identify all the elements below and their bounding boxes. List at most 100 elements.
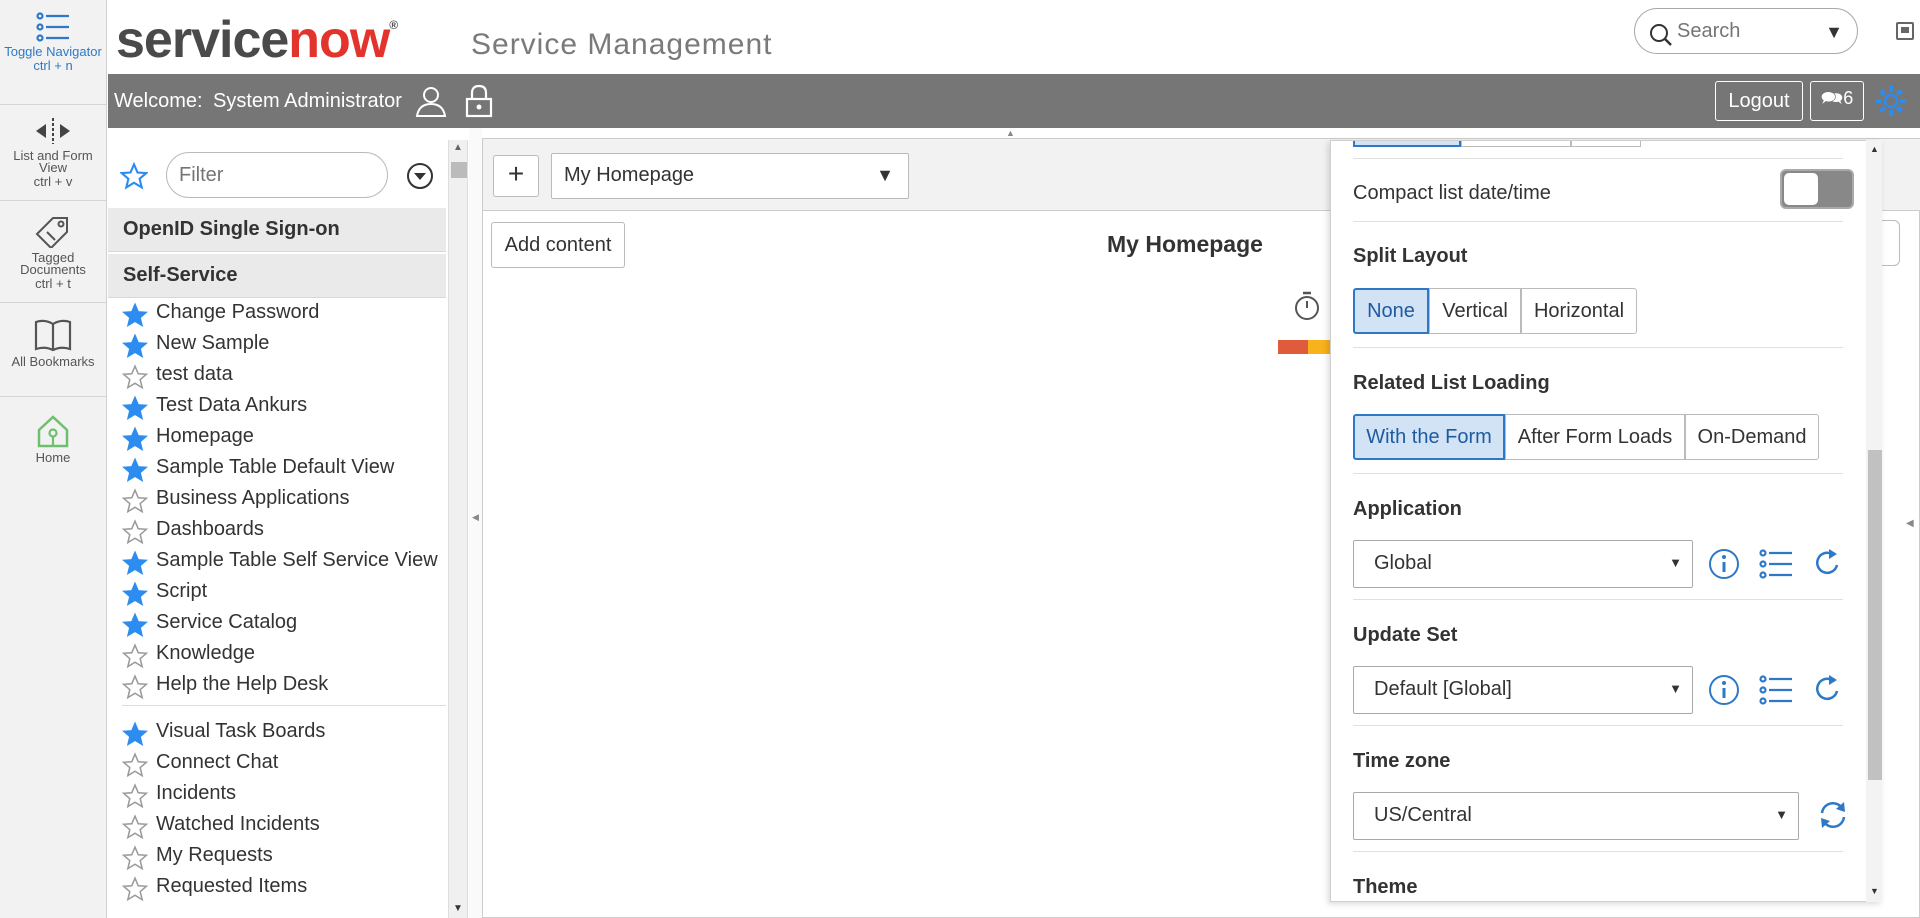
lock-icon[interactable] xyxy=(464,84,494,118)
system-settings-panel: Compact list date/time Split Layout None… xyxy=(1330,140,1882,902)
star-filled-icon[interactable] xyxy=(122,457,148,483)
star-outline-icon[interactable] xyxy=(122,643,148,669)
star-outline-icon[interactable] xyxy=(122,488,148,514)
star-outline-icon[interactable] xyxy=(122,783,148,809)
panel-divider xyxy=(1353,599,1843,600)
sync-icon[interactable] xyxy=(1817,799,1849,831)
star-outline-icon[interactable] xyxy=(122,519,148,545)
collapse-banner-arrow[interactable]: ▲ xyxy=(1006,128,1015,138)
app-root: Toggle Navigator ctrl + n List and Form … xyxy=(0,0,1920,918)
split-layout-label: Split Layout xyxy=(1353,245,1468,267)
add-content-button[interactable]: Add content xyxy=(491,222,625,268)
scroll-down-icon[interactable]: ▼ xyxy=(453,903,463,914)
chevron-down-circle-icon[interactable] xyxy=(406,162,434,190)
nav-section-openid[interactable]: OpenID Single Sign-on xyxy=(108,208,446,252)
settings-panel-scrollbar[interactable]: ▲ ▼ xyxy=(1866,140,1882,902)
load-bar-segment xyxy=(1278,340,1308,354)
list-icon[interactable] xyxy=(1759,549,1793,579)
gear-icon[interactable] xyxy=(1874,84,1908,118)
related-on-demand-option[interactable]: On-Demand xyxy=(1685,414,1819,460)
scroll-down-icon[interactable]: ▼ xyxy=(1870,886,1879,896)
navigator-splitter[interactable]: ◀ xyxy=(469,128,482,918)
related-with-form-option[interactable]: With the Form xyxy=(1353,414,1505,460)
nav-section-self-service[interactable]: Self-Service xyxy=(108,254,446,298)
star-filled-icon[interactable] xyxy=(122,302,148,328)
favorites-star-icon[interactable] xyxy=(120,162,148,190)
star-outline-icon[interactable] xyxy=(122,752,148,778)
homepage-select[interactable]: My Homepage ▼ xyxy=(551,153,909,199)
scroll-up-icon[interactable]: ▲ xyxy=(453,142,463,153)
list-form-view-shortcut: ctrl + v xyxy=(33,174,73,189)
search-input[interactable] xyxy=(1677,17,1817,45)
compact-list-toggle[interactable] xyxy=(1780,169,1854,209)
star-filled-icon[interactable] xyxy=(122,426,148,452)
home-button[interactable]: Home xyxy=(0,414,106,464)
refresh-icon[interactable] xyxy=(1813,673,1843,705)
update-set-label: Update Set xyxy=(1353,624,1458,646)
navigator-filter-input[interactable] xyxy=(166,152,388,198)
star-outline-icon[interactable] xyxy=(122,876,148,902)
nav-item-label: Incidents xyxy=(156,782,237,804)
chevron-down-icon: ▼ xyxy=(1775,807,1788,822)
star-filled-icon[interactable] xyxy=(122,395,148,421)
chevron-down-icon: ▼ xyxy=(1669,681,1682,696)
update-set-select[interactable]: Default [Global] ▼ xyxy=(1353,666,1693,714)
connect-chat-button[interactable]: 🗪6 xyxy=(1810,81,1864,121)
connect-count: 6 xyxy=(1843,88,1854,108)
panel-divider xyxy=(1353,725,1843,726)
list-icon[interactable] xyxy=(1759,675,1793,705)
star-filled-icon[interactable] xyxy=(122,581,148,607)
nav-item-label: New Sample xyxy=(156,332,270,354)
info-icon[interactable] xyxy=(1707,547,1741,581)
user-icon[interactable] xyxy=(414,84,448,118)
all-bookmarks-button[interactable]: All Bookmarks xyxy=(0,318,106,368)
logout-button[interactable]: Logout xyxy=(1715,81,1803,121)
chevron-down-icon: ▼ xyxy=(876,165,894,185)
split-none-option[interactable]: None xyxy=(1353,288,1429,334)
refresh-icon[interactable] xyxy=(1813,547,1843,579)
chat-icon: 🗪 xyxy=(1820,88,1844,108)
scrollbar-thumb[interactable] xyxy=(451,162,467,178)
nav-item-label: Homepage xyxy=(156,425,254,447)
star-outline-icon[interactable] xyxy=(122,814,148,840)
scroll-up-icon[interactable]: ▲ xyxy=(1870,144,1879,154)
servicenow-logo[interactable]: servicenow® xyxy=(116,10,398,70)
plus-icon: + xyxy=(507,158,525,189)
star-outline-icon[interactable] xyxy=(122,364,148,390)
scrollbar-thumb[interactable] xyxy=(1868,450,1882,780)
collapse-right-icon[interactable]: ◀ xyxy=(1906,518,1914,529)
search-icon xyxy=(1650,24,1672,46)
application-select[interactable]: Global ▼ xyxy=(1353,540,1693,588)
star-outline-icon[interactable] xyxy=(122,674,148,700)
time-zone-select[interactable]: US/Central ▼ xyxy=(1353,792,1799,840)
toggle-navigator-button[interactable]: Toggle Navigator ctrl + n xyxy=(0,12,106,74)
split-horizontal-option[interactable]: Horizontal xyxy=(1521,288,1637,334)
collapse-left-icon[interactable]: ◀ xyxy=(472,512,479,523)
rail-divider xyxy=(0,104,106,105)
welcome-label: Welcome: xyxy=(114,90,203,112)
add-homepage-button[interactable]: + xyxy=(493,155,539,197)
navigator-header xyxy=(108,140,446,208)
collapse-header-icon[interactable] xyxy=(1896,22,1914,40)
star-filled-icon[interactable] xyxy=(122,612,148,638)
related-after-form-option[interactable]: After Form Loads xyxy=(1505,414,1685,460)
navigator-scrollbar[interactable]: ▲ ▼ xyxy=(448,140,468,918)
list-form-view-button[interactable]: List and Form View ctrl + v xyxy=(0,116,106,190)
header-banner: servicenow® Service Management ▼ xyxy=(108,0,1920,74)
star-filled-icon[interactable] xyxy=(122,721,148,747)
home-label: Home xyxy=(35,450,71,465)
star-filled-icon[interactable] xyxy=(122,550,148,576)
info-icon[interactable] xyxy=(1707,673,1741,707)
chevron-down-icon[interactable]: ▼ xyxy=(1825,22,1843,43)
tagged-documents-button[interactable]: Tagged Documents ctrl + t xyxy=(0,214,106,292)
panel-divider xyxy=(1353,158,1843,159)
split-vertical-option[interactable]: Vertical xyxy=(1429,288,1521,334)
tagged-documents-shortcut: ctrl + t xyxy=(35,276,71,291)
global-search[interactable]: ▼ xyxy=(1634,8,1858,54)
nav-item-label: test data xyxy=(156,363,233,385)
nav-item-label: My Requests xyxy=(156,844,273,866)
nav-item-label: Business Applications xyxy=(156,487,350,509)
user-name[interactable]: System Administrator xyxy=(213,90,402,113)
star-filled-icon[interactable] xyxy=(122,333,148,359)
star-outline-icon[interactable] xyxy=(122,845,148,871)
